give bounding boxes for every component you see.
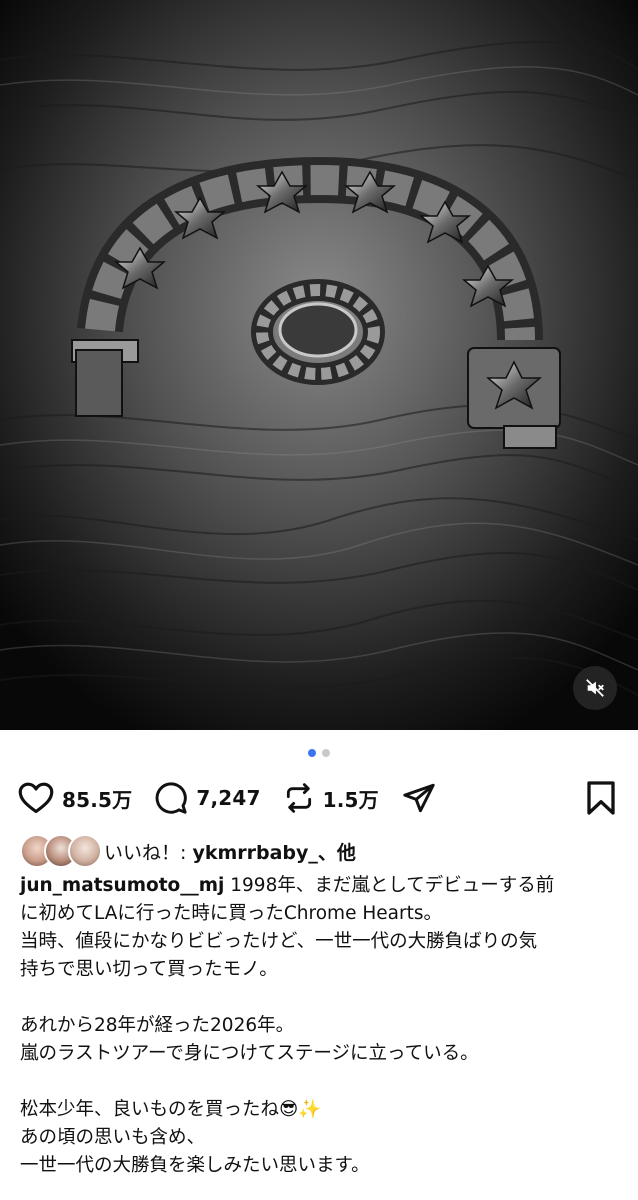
liked-by-text: いいね！: ykmrrbaby_、他 (104, 838, 356, 865)
action-bar: 85.5万 7,247 1.5万 (18, 776, 618, 820)
bracelet-and-ring-photo (0, 0, 638, 730)
heart-icon (18, 782, 54, 814)
caption-line-8: あの頃の思いも含め、 (20, 1127, 206, 1148)
carousel-dot-2 (322, 749, 330, 757)
like-button[interactable]: 85.5万 (18, 781, 132, 815)
caption-line-7: 松本少年、良いものを買ったね😎✨ (20, 1099, 322, 1120)
caption-line-3: 当時、値段にかなりビビったけど、一世一代の大勝負ばりの気 (20, 931, 538, 952)
mute-button[interactable] (573, 666, 617, 710)
post-image[interactable] (0, 0, 638, 730)
avatar (68, 834, 102, 868)
liker-avatars (20, 834, 102, 868)
caption-line-1: 1998年、まだ嵐としてデビューする前 (224, 875, 555, 896)
caption-username[interactable]: jun_matsumoto__mj (20, 875, 224, 896)
reposts-count: 1.5万 (322, 787, 379, 812)
comment-button[interactable]: 7,247 (154, 781, 260, 815)
liked-by-prefix: いいね！: (104, 841, 193, 864)
caption-line-6: 嵐のラストツアーで身につけてステージに立っている。 (20, 1043, 479, 1064)
carousel-dot-1 (308, 749, 316, 757)
carousel-indicator (0, 749, 638, 757)
caption-line-5: あれから28年が経った2026年。 (20, 1015, 295, 1036)
liked-by-user[interactable]: ykmrrbaby_ (192, 842, 317, 864)
liked-by-suffix: 、他 (317, 841, 356, 864)
liked-by-row[interactable]: いいね！: ykmrrbaby_、他 (20, 834, 356, 868)
likes-count: 85.5万 (62, 787, 133, 812)
share-button[interactable] (401, 781, 437, 815)
repost-button[interactable]: 1.5万 (283, 781, 379, 815)
save-button[interactable] (586, 780, 616, 820)
repost-icon (286, 783, 311, 813)
caption-line-2: に初めてLAに行った時に買ったChrome Hearts。 (20, 903, 442, 924)
speaker-muted-icon (586, 679, 604, 697)
caption-line-9: 一世一代の大勝負を楽しみたい思います。 (20, 1155, 370, 1176)
post-caption: jun_matsumoto__mj 1998年、まだ嵐としてデビューする前 に初… (20, 872, 630, 1180)
comment-icon (155, 782, 188, 814)
bookmark-icon (587, 781, 615, 815)
comments-count: 7,247 (196, 786, 261, 810)
caption-line-4: 持ちで思い切って買ったモノ。 (20, 959, 278, 980)
send-icon (403, 783, 435, 813)
